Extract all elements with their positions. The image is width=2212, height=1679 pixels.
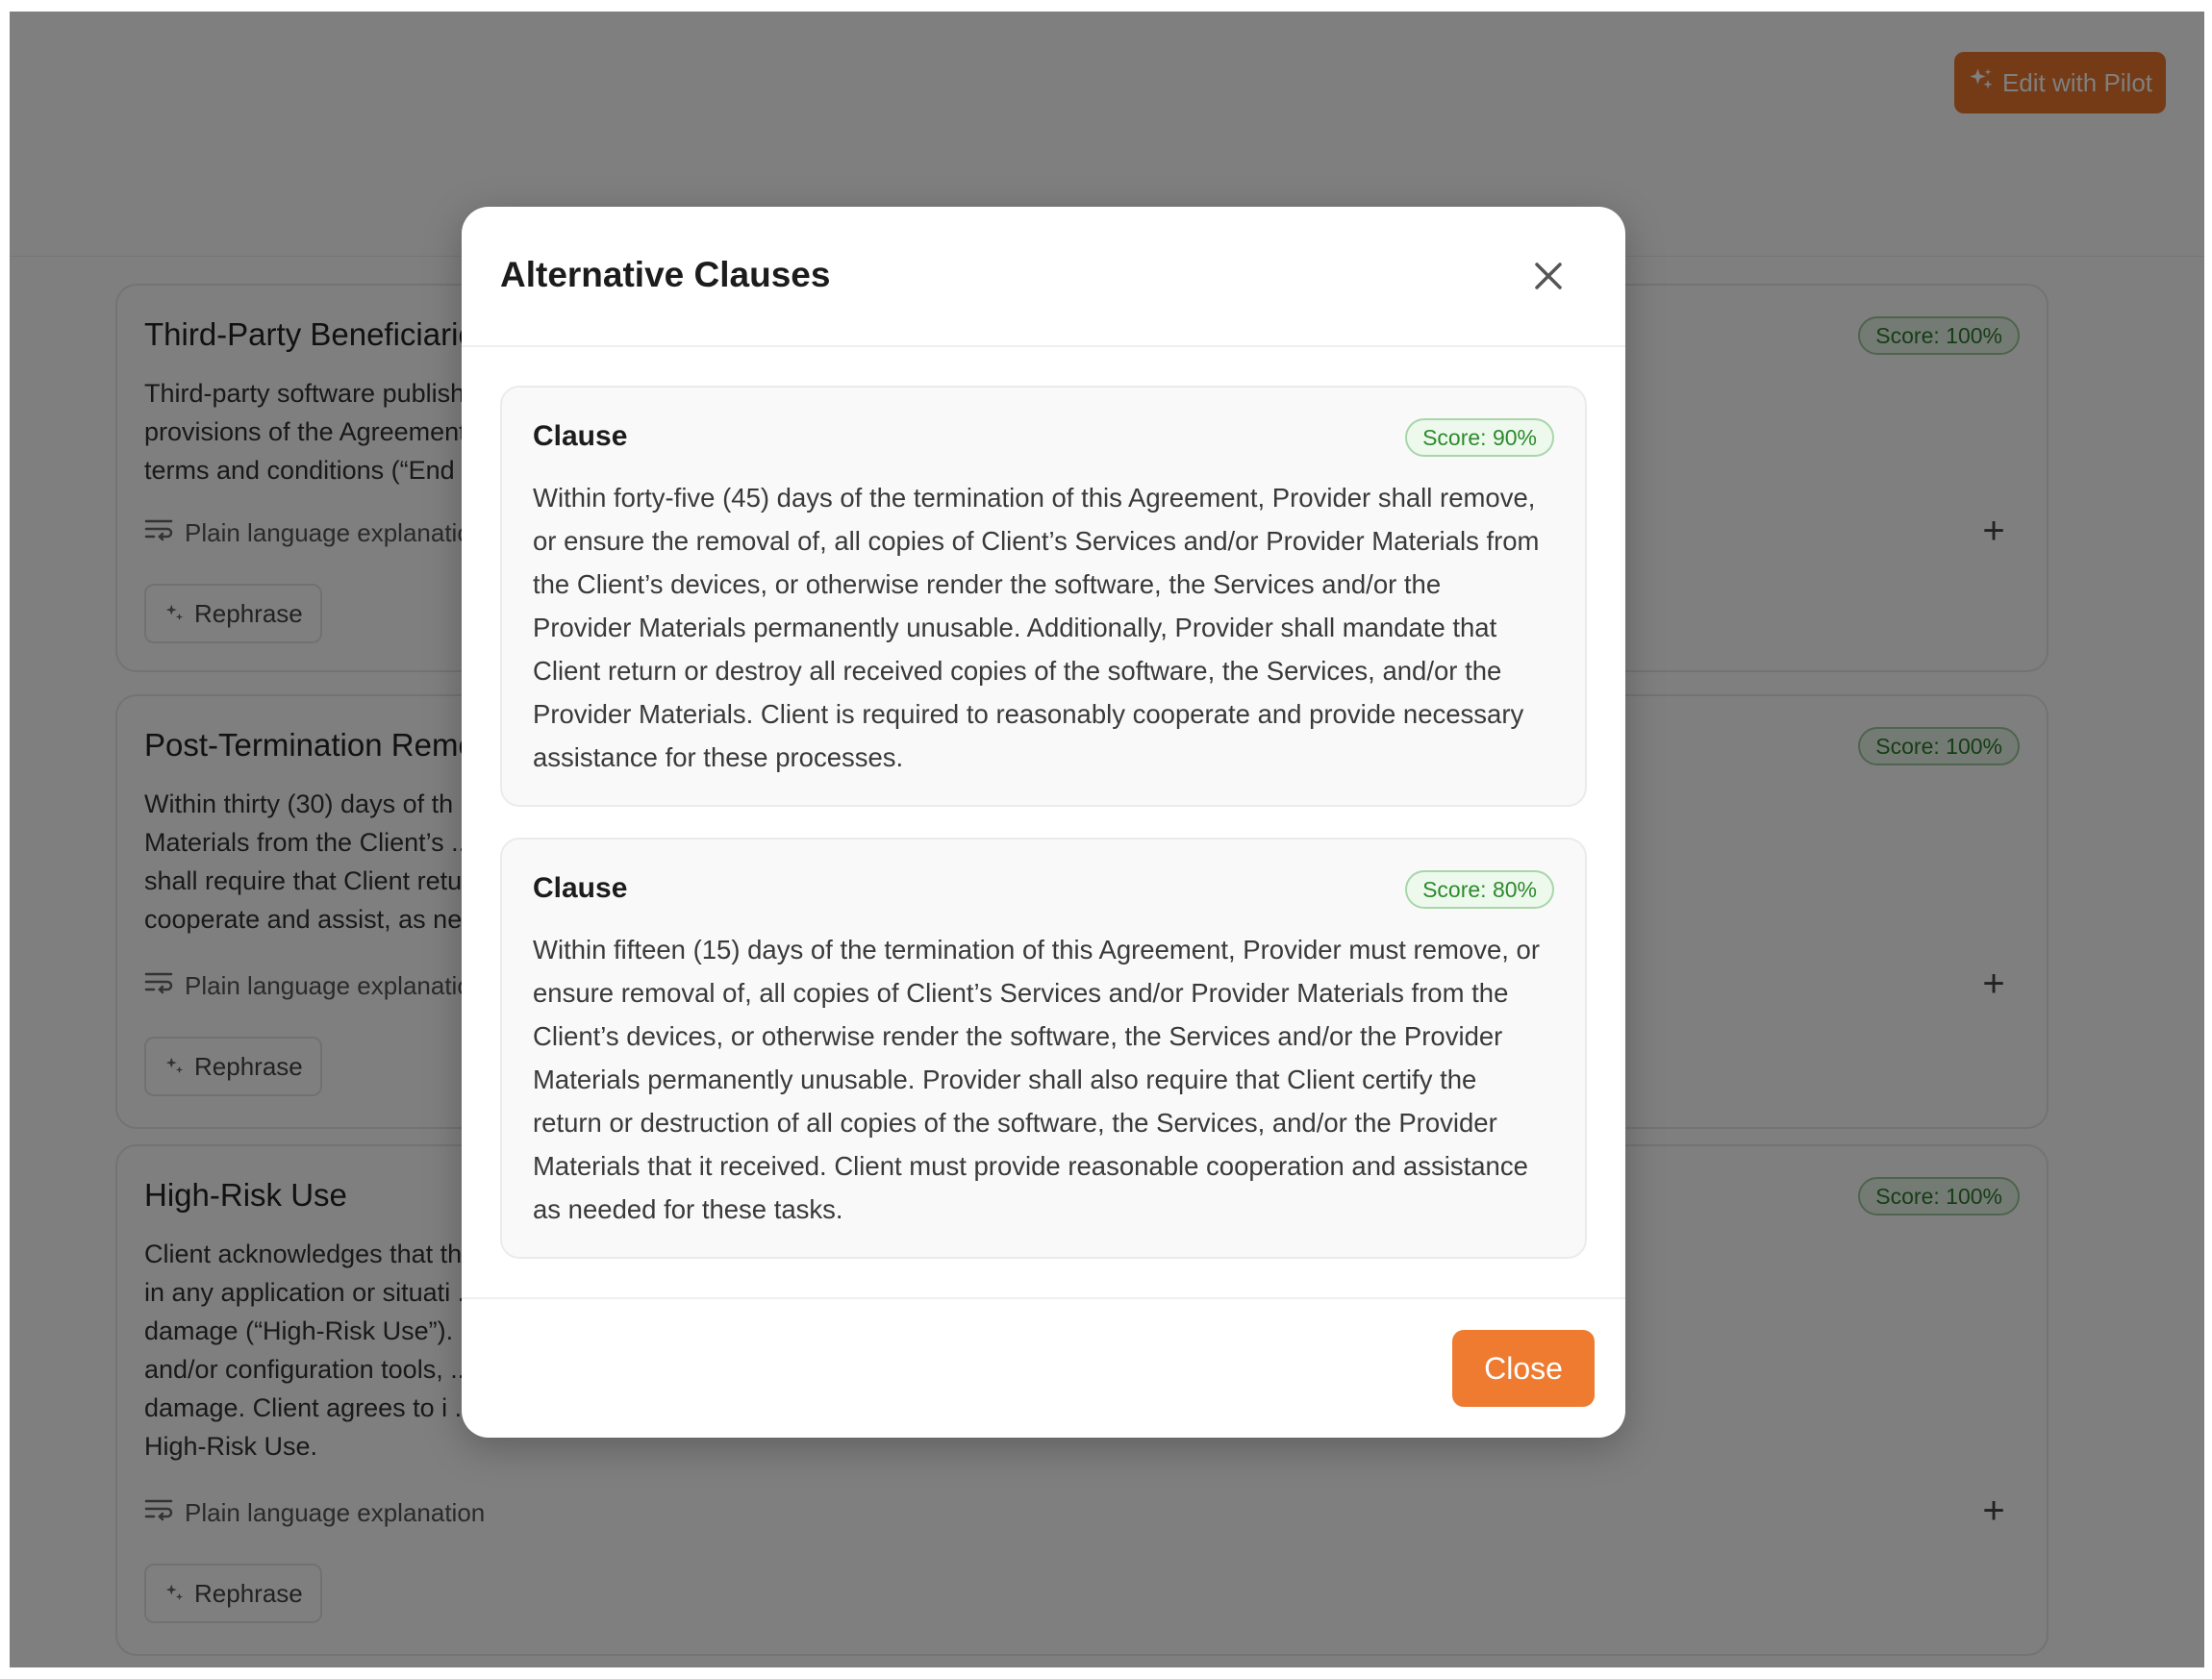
close-button[interactable]: Close bbox=[1452, 1330, 1595, 1407]
score-badge: Score: 90% bbox=[1405, 418, 1554, 457]
clause-title: Clause bbox=[533, 420, 628, 452]
modal-footer: Close bbox=[462, 1297, 1625, 1438]
alternative-clause-card: Clause Score: 90% Within forty-five (45)… bbox=[500, 386, 1587, 807]
alternative-clauses-dialog: Alternative Clauses Clause Score: 90% Wi… bbox=[462, 207, 1625, 1438]
alternative-clause-card: Clause Score: 80% Within fifteen (15) da… bbox=[500, 838, 1587, 1259]
score-badge: Score: 80% bbox=[1405, 870, 1554, 909]
close-icon[interactable] bbox=[1529, 257, 1568, 295]
clause-text: Within forty-five (45) days of the termi… bbox=[533, 483, 1540, 772]
modal-title: Alternative Clauses bbox=[500, 255, 831, 294]
document-page: Edit with Pilot Third-Party Beneficiarie… bbox=[10, 12, 2204, 1667]
clause-text: Within fifteen (15) days of the terminat… bbox=[533, 935, 1540, 1224]
clause-title: Clause bbox=[533, 872, 628, 904]
modal-header: Alternative Clauses bbox=[462, 207, 1625, 347]
